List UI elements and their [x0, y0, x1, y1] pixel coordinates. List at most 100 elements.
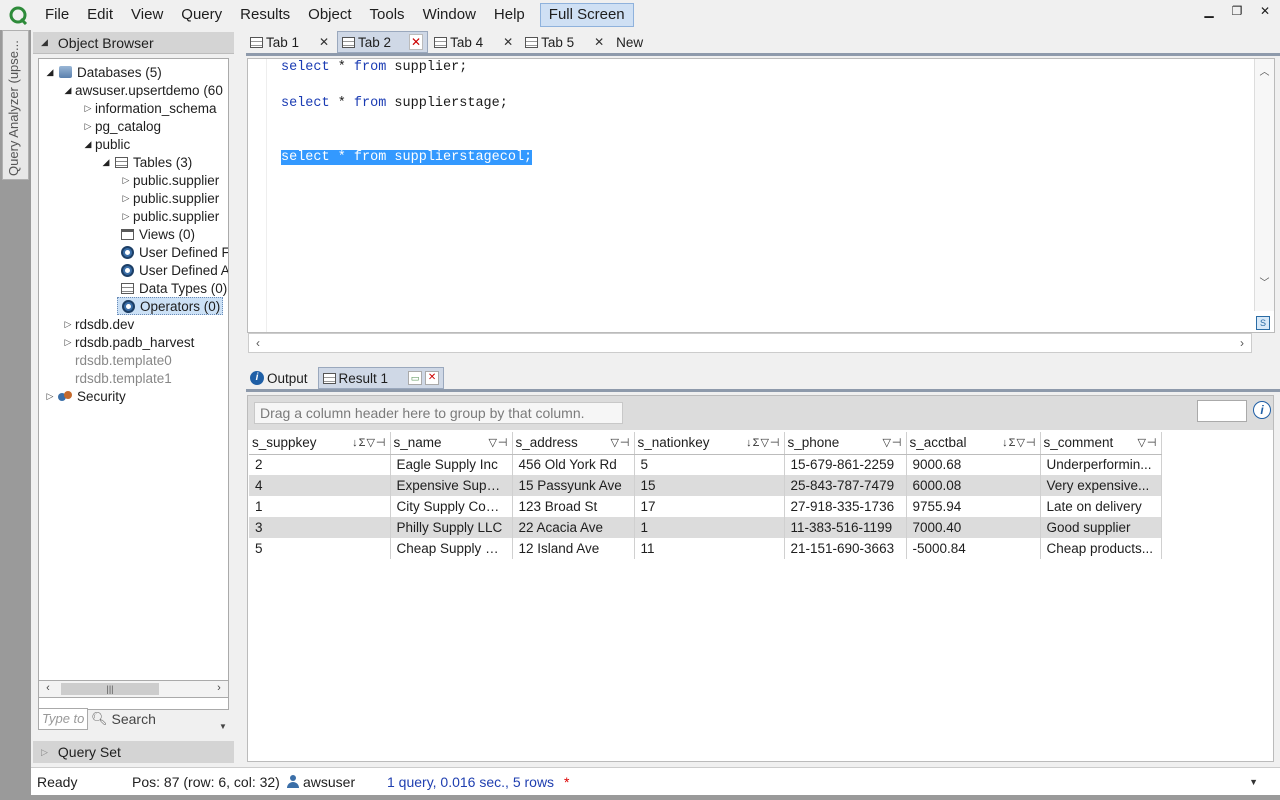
tab-5[interactable]: Tab 5 ✕ — [521, 31, 610, 53]
tree-item-tables[interactable]: ◢ Tables (3) — [99, 153, 193, 171]
menu-help[interactable]: Help — [485, 0, 534, 30]
collapsed-arrow-icon[interactable]: ▷ — [119, 193, 133, 204]
menu-window[interactable]: Window — [414, 0, 485, 30]
table-cell[interactable]: 15 Passyunk Ave — [512, 475, 635, 496]
query-set-header[interactable]: ▷ Query Set — [33, 741, 234, 763]
tree-item-views[interactable]: Views (0) — [119, 225, 195, 243]
table-cell[interactable]: 15-679-861-2259 — [784, 454, 907, 475]
table-cell[interactable]: 11-383-516-1199 — [784, 517, 907, 538]
tab-1[interactable]: Tab 1 ✕ — [246, 31, 335, 53]
table-cell[interactable]: Very expensive... — [1040, 475, 1162, 496]
expand-icon[interactable]: ▷ — [41, 747, 48, 758]
scroll-down-icon[interactable]: ﹀ — [1255, 274, 1274, 289]
collapsed-arrow-icon[interactable]: ▷ — [119, 175, 133, 186]
collapsed-arrow-icon[interactable]: ▷ — [61, 337, 75, 348]
filter-pin-icons[interactable]: ▽⊣ — [488, 436, 508, 449]
menu-edit[interactable]: Edit — [78, 0, 122, 30]
table-cell[interactable]: 2 — [249, 454, 391, 475]
group-by-drop-zone[interactable]: Drag a column header here to group by th… — [254, 402, 623, 424]
table-cell[interactable]: 5 — [634, 454, 785, 475]
table-cell[interactable]: Underperformin... — [1040, 454, 1162, 475]
tree-item-uda[interactable]: User Defined A — [119, 261, 228, 279]
table-cell[interactable]: 9000.68 — [906, 454, 1041, 475]
collapsed-arrow-icon[interactable]: ▷ — [43, 391, 57, 402]
expanded-arrow-icon[interactable]: ◢ — [81, 139, 95, 150]
table-cell[interactable]: Late on delivery — [1040, 496, 1162, 517]
table-row[interactable]: 1 City Supply Com... 123 Broad St 17 27-… — [249, 496, 1162, 517]
table-cell[interactable]: 4 — [249, 475, 391, 496]
close-icon[interactable]: ✕ — [592, 35, 606, 49]
close-icon[interactable]: ✕ — [1256, 4, 1274, 18]
sync-icon[interactable]: S — [1256, 316, 1270, 330]
close-icon[interactable]: ✕ — [317, 35, 331, 49]
table-cell[interactable]: Cheap products... — [1040, 538, 1162, 559]
restore-icon[interactable]: ❐ — [1228, 4, 1246, 18]
scroll-left-icon[interactable]: ‹ — [249, 336, 267, 350]
column-header-s-address[interactable]: s_address ▽⊣ — [512, 432, 635, 455]
tree-item-rdsdb-dev[interactable]: ▷ rdsdb.dev — [61, 315, 135, 333]
tree-item-operators[interactable]: Operators (0) — [117, 297, 224, 315]
sql-line[interactable]: select * from supplierstage; — [281, 96, 508, 111]
scroll-thumb[interactable]: ||| — [61, 683, 159, 695]
tab-4[interactable]: Tab 4 ✕ — [430, 31, 519, 53]
sql-line-selected[interactable]: select * from supplierstagecol; — [281, 150, 533, 165]
table-cell[interactable]: 1 — [634, 517, 785, 538]
collapsed-arrow-icon[interactable]: ▷ — [81, 103, 95, 114]
menu-view[interactable]: View — [122, 0, 172, 30]
tab-new[interactable]: New — [612, 31, 647, 53]
tree-item-table-supplierstage[interactable]: ▷ public.supplier — [119, 189, 220, 207]
object-browser-header[interactable]: ◢ Object Browser — [33, 32, 234, 54]
sql-line[interactable]: select * from supplier; — [281, 60, 467, 75]
collapse-icon[interactable]: ◢ — [41, 37, 48, 48]
collapsed-arrow-icon[interactable]: ▷ — [61, 319, 75, 330]
close-icon[interactable]: ✕ — [409, 34, 424, 50]
column-header-s-suppkey[interactable]: s_suppkey ↓Σ▽⊣ — [249, 432, 391, 455]
table-row[interactable]: 3 Philly Supply LLC 22 Acacia Ave 1 11-3… — [249, 517, 1162, 538]
editor-vertical-scrollbar[interactable]: ︿ ﹀ — [1254, 59, 1274, 311]
info-icon[interactable]: i — [1253, 401, 1271, 419]
table-row[interactable]: 5 Cheap Supply C... 12 Island Ave 11 21-… — [249, 538, 1162, 559]
table-cell[interactable]: 22 Acacia Ave — [512, 517, 635, 538]
expanded-arrow-icon[interactable]: ◢ — [99, 157, 113, 168]
table-cell[interactable]: 11 — [634, 538, 785, 559]
search-button[interactable]: 🔍︎ Search — [91, 708, 225, 730]
close-icon[interactable]: ✕ — [425, 371, 440, 385]
filter-pin-icons[interactable]: ▽⊣ — [882, 436, 902, 449]
chevron-down-icon[interactable]: ▼ — [1249, 777, 1258, 787]
scroll-up-icon[interactable]: ︿ — [1255, 63, 1274, 78]
tree-item-public[interactable]: ◢ public — [81, 135, 131, 153]
tree-item-databases[interactable]: ◢ Databases (5) — [43, 63, 162, 81]
table-cell[interactable]: Cheap Supply C... — [390, 538, 513, 559]
column-header-s-name[interactable]: s_name ▽⊣ — [390, 432, 513, 455]
tree-item-udf[interactable]: User Defined F — [119, 243, 228, 261]
sql-editor[interactable]: select * from supplier; select * from su… — [247, 58, 1275, 333]
table-row[interactable]: 2 Eagle Supply Inc 456 Old York Rd 5 15-… — [249, 454, 1162, 475]
table-cell[interactable]: 9755.94 — [906, 496, 1041, 517]
full-screen-button[interactable]: Full Screen — [539, 3, 634, 27]
tab-2[interactable]: Tab 2 ✕ — [337, 31, 429, 53]
column-header-s-acctbal[interactable]: s_acctbal ↓Σ▽⊣ — [906, 432, 1041, 455]
menu-object[interactable]: Object — [299, 0, 360, 30]
minimize-icon[interactable]: ▁ — [1200, 4, 1218, 18]
table-cell[interactable]: 21-151-690-3663 — [784, 538, 907, 559]
collapsed-arrow-icon[interactable]: ▷ — [81, 121, 95, 132]
filter-pin-icons[interactable]: ▽⊣ — [1137, 436, 1157, 449]
table-cell[interactable]: 27-918-335-1736 — [784, 496, 907, 517]
filter-pin-icons[interactable]: ▽⊣ — [610, 436, 630, 449]
column-header-s-nationkey[interactable]: s_nationkey ↓Σ▽⊣ — [634, 432, 785, 455]
table-cell[interactable]: -5000.84 — [906, 538, 1041, 559]
tree-item-information-schema[interactable]: ▷ information_schema — [81, 99, 217, 117]
pin-icon[interactable]: ▭ — [408, 371, 423, 385]
tab-output[interactable]: i Output — [246, 367, 312, 389]
table-cell[interactable]: 25-843-787-7479 — [784, 475, 907, 496]
tab-result-1[interactable]: Result 1 ▭ ✕ — [317, 367, 445, 389]
tree-item-data-types[interactable]: Data Types (0) — [119, 279, 227, 297]
scroll-right-icon[interactable]: › — [210, 682, 228, 694]
table-cell[interactable]: Expensive Suppl... — [390, 475, 513, 496]
expanded-arrow-icon[interactable]: ◢ — [43, 67, 57, 78]
editor-horizontal-scrollbar[interactable]: ‹ › — [248, 333, 1252, 353]
table-cell[interactable]: Philly Supply LLC — [390, 517, 513, 538]
table-cell[interactable]: 5 — [249, 538, 391, 559]
table-cell[interactable]: 3 — [249, 517, 391, 538]
column-header-s-comment[interactable]: s_comment ▽⊣ — [1040, 432, 1162, 455]
